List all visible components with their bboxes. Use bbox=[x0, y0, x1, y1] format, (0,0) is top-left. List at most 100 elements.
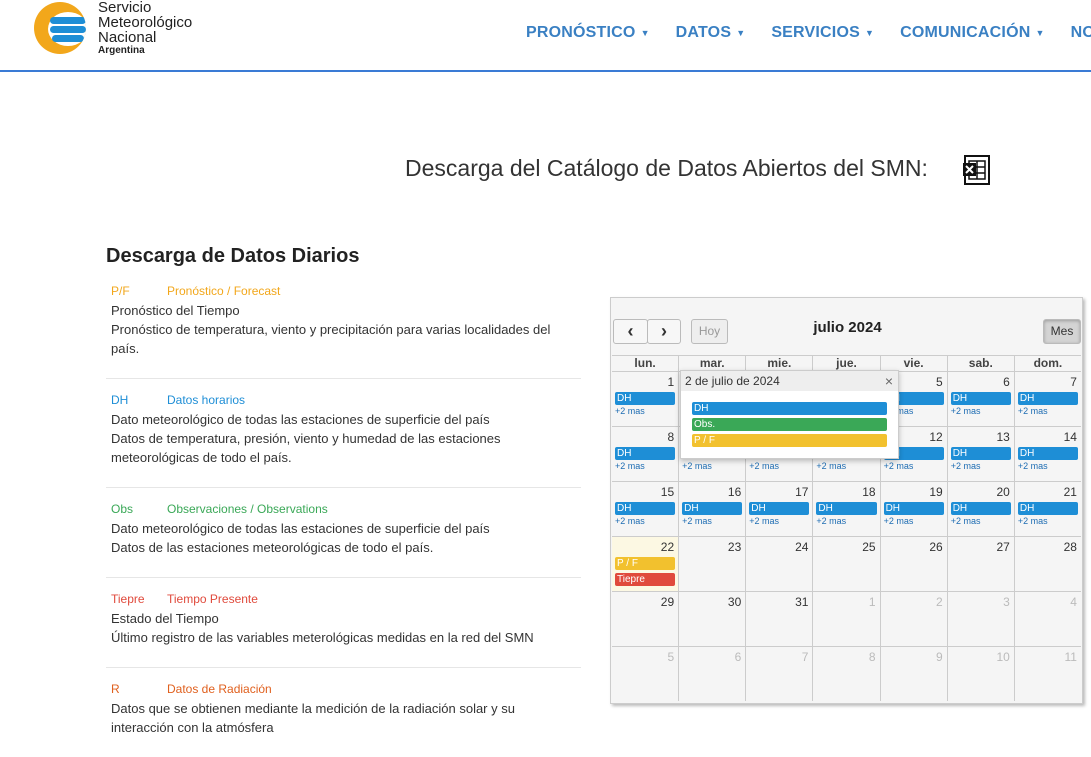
popover-header: 2 de julio de 2024 × bbox=[681, 371, 898, 391]
more-events-link[interactable]: +2 mas bbox=[749, 461, 779, 471]
entry-header[interactable]: R Datos de Radiación bbox=[111, 680, 576, 699]
entry-header[interactable]: Tiepre Tiempo Presente bbox=[111, 590, 576, 609]
nav-item-comunicación[interactable]: COMUNICACIÓN ▼ bbox=[900, 24, 1045, 42]
calendar-day[interactable]: 18 DH +2 mas bbox=[812, 482, 880, 536]
calendar-day[interactable]: 30 bbox=[678, 592, 746, 646]
more-events-link[interactable]: +2 mas bbox=[615, 406, 645, 416]
calendar-day[interactable]: 14 DH +2 mas bbox=[1013, 427, 1081, 481]
entry-name: Datos horarios bbox=[167, 393, 246, 407]
calendar-day[interactable]: 9 bbox=[879, 647, 947, 701]
nav-item-label: NOSO bbox=[1070, 24, 1091, 41]
more-events-link[interactable]: +2 mas bbox=[951, 516, 981, 526]
calendar-day[interactable]: 2 bbox=[879, 592, 947, 646]
smn-logo[interactable]: Servicio Meteorológico Nacional Argentin… bbox=[34, 0, 214, 60]
weekday-label: lun. bbox=[634, 356, 656, 370]
nav-item-noso[interactable]: NOSO bbox=[1071, 24, 1091, 42]
calendar-day[interactable]: 29 bbox=[612, 592, 679, 646]
more-events-link[interactable]: +2 mas bbox=[1018, 461, 1048, 471]
prev-month-button[interactable]: ‹ bbox=[613, 319, 648, 344]
entry-header[interactable]: DH Datos horarios bbox=[111, 391, 576, 410]
calendar-day[interactable]: 7 DH +2 mas bbox=[1013, 372, 1081, 426]
data-entry: R Datos de Radiación Datos que se obtienen… bbox=[106, 680, 581, 737]
more-events-link[interactable]: +2 mas bbox=[951, 461, 981, 471]
calendar-day[interactable]: 24 bbox=[745, 537, 813, 591]
nav-item-pronóstico[interactable]: PRONÓSTICO ▼ bbox=[526, 24, 650, 42]
calendar-day[interactable]: 3 bbox=[946, 592, 1014, 646]
calendar-event[interactable]: DH bbox=[749, 502, 810, 515]
more-events-link[interactable]: +2 mas bbox=[682, 516, 712, 526]
calendar-event[interactable]: DH bbox=[615, 502, 676, 515]
nav-item-servicios[interactable]: SERVICIOS ▼ bbox=[771, 24, 874, 42]
more-events-link[interactable]: +2 mas bbox=[884, 516, 914, 526]
calendar-day[interactable]: 11 bbox=[1013, 647, 1081, 701]
today-button[interactable]: Hoy bbox=[691, 319, 728, 344]
calendar-day[interactable]: 16 DH +2 mas bbox=[678, 482, 746, 536]
more-events-link[interactable]: +2 mas bbox=[1018, 406, 1048, 416]
day-number: 13 bbox=[996, 430, 1010, 444]
calendar-day[interactable]: 17 DH +2 mas bbox=[745, 482, 813, 536]
more-events-link[interactable]: +2 mas bbox=[816, 516, 846, 526]
weekday-label: dom. bbox=[1013, 356, 1081, 371]
calendar-day[interactable]: 10 bbox=[946, 647, 1014, 701]
calendar-day[interactable]: 20 DH +2 mas bbox=[946, 482, 1014, 536]
more-events-link[interactable]: +2 mas bbox=[884, 461, 914, 471]
more-events-link[interactable]: +2 mas bbox=[951, 406, 981, 416]
calendar-day[interactable]: 6 DH +2 mas bbox=[946, 372, 1014, 426]
close-icon[interactable]: × bbox=[885, 371, 893, 391]
day-number: 9 bbox=[936, 650, 943, 664]
calendar-event[interactable]: DH bbox=[883, 502, 944, 515]
calendar-event[interactable]: DH bbox=[816, 502, 877, 515]
calendar-day[interactable]: 19 DH +2 mas bbox=[879, 482, 947, 536]
calendar-day[interactable]: 8 bbox=[812, 647, 880, 701]
calendar-event[interactable]: DH bbox=[615, 392, 676, 405]
calendar-day[interactable]: 13 DH +2 mas bbox=[946, 427, 1014, 481]
calendar-event[interactable]: DH bbox=[615, 447, 676, 460]
calendar-event[interactable]: DH bbox=[1017, 447, 1078, 460]
more-events-link[interactable]: +2 mas bbox=[615, 461, 645, 471]
calendar-day[interactable]: 1 bbox=[812, 592, 880, 646]
more-events-link[interactable]: +2 mas bbox=[816, 461, 846, 471]
more-events-link[interactable]: +2 mas bbox=[749, 516, 779, 526]
calendar-event[interactable]: DH bbox=[1017, 392, 1078, 405]
calendar-day[interactable]: 22 P / F Tiepre bbox=[612, 537, 679, 591]
popover-event[interactable]: P / F bbox=[692, 434, 887, 447]
calendar-day[interactable]: 4 bbox=[1013, 592, 1081, 646]
calendar-day[interactable]: 21 DH +2 mas bbox=[1013, 482, 1081, 536]
popover-event[interactable]: DH bbox=[692, 402, 887, 415]
chevron-right-icon: › bbox=[661, 321, 667, 341]
month-view-button[interactable]: Mes bbox=[1043, 319, 1081, 344]
day-number: 22 bbox=[660, 540, 675, 554]
calendar-event[interactable]: DH bbox=[682, 502, 743, 515]
calendar-day[interactable]: 15 DH +2 mas bbox=[612, 482, 679, 536]
calendar-day[interactable]: 6 bbox=[678, 647, 746, 701]
calendar-day[interactable]: 26 bbox=[879, 537, 947, 591]
excel-file-icon[interactable] bbox=[962, 155, 992, 185]
next-month-button[interactable]: › bbox=[647, 319, 681, 344]
data-entry: P/F Pronóstico / Forecast Pronóstico del T… bbox=[106, 282, 581, 358]
calendar-day[interactable]: 8 DH +2 mas bbox=[612, 427, 679, 481]
calendar-day[interactable]: 5 bbox=[612, 647, 679, 701]
calendar-event[interactable]: DH bbox=[950, 502, 1011, 515]
popover-event[interactable]: Obs. bbox=[692, 418, 887, 431]
data-entry: Tiepre Tiempo Presente Estado del Tiempo Úl… bbox=[106, 590, 581, 647]
calendar-day[interactable]: 23 bbox=[678, 537, 746, 591]
calendar-day[interactable]: 28 bbox=[1013, 537, 1081, 591]
caret-down-icon: ▼ bbox=[1035, 27, 1045, 38]
calendar-day[interactable]: 1 DH +2 mas bbox=[612, 372, 679, 426]
calendar-day[interactable]: 25 bbox=[812, 537, 880, 591]
calendar-event[interactable]: DH bbox=[950, 392, 1011, 405]
calendar-day[interactable]: 7 bbox=[745, 647, 813, 701]
calendar-event[interactable]: P / F bbox=[615, 557, 676, 570]
nav-item-datos[interactable]: DATOS ▼ bbox=[676, 24, 746, 42]
calendar-event[interactable]: Tiepre bbox=[615, 573, 676, 586]
entry-header[interactable]: Obs Observaciones / Observations bbox=[111, 500, 576, 519]
calendar-week: 5 6 7 8 9 10 11 bbox=[612, 646, 1081, 701]
entry-header[interactable]: P/F Pronóstico / Forecast bbox=[111, 282, 576, 301]
calendar-day[interactable]: 27 bbox=[946, 537, 1014, 591]
calendar-event[interactable]: DH bbox=[1017, 502, 1078, 515]
more-events-link[interactable]: +2 mas bbox=[1018, 516, 1048, 526]
calendar-day[interactable]: 31 bbox=[745, 592, 813, 646]
calendar-event[interactable]: DH bbox=[950, 447, 1011, 460]
more-events-link[interactable]: +2 mas bbox=[682, 461, 712, 471]
more-events-link[interactable]: +2 mas bbox=[615, 516, 645, 526]
